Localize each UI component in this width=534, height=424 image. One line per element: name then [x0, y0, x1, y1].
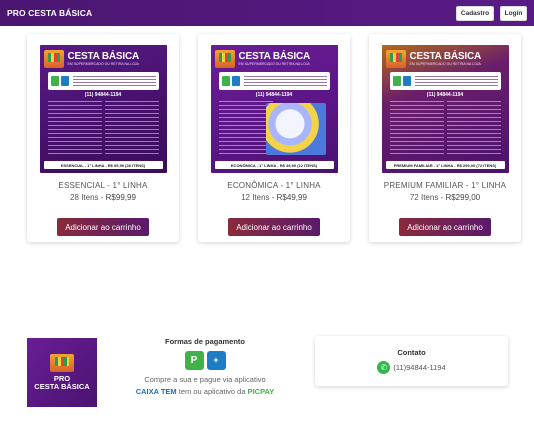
pix-icon: [221, 76, 230, 86]
banner-text: [243, 76, 327, 86]
banner-text: [72, 76, 156, 86]
payments-middle-text: tem ou aplicativo da: [178, 387, 246, 396]
item-list-left: [218, 101, 273, 157]
register-button[interactable]: Cadastro: [456, 5, 494, 21]
item-list-left: [47, 101, 102, 157]
image-title: CESTA BÁSICA: [238, 50, 311, 62]
auth-buttons: Cadastro Login: [456, 5, 527, 21]
product-items: 72 Itens: [409, 193, 439, 202]
pix-icon: [50, 76, 59, 86]
caixa-tem-label: CAIXA TEM: [135, 387, 177, 396]
contact-whatsapp[interactable]: ✆ (11)94844-1194: [315, 361, 508, 374]
image-phone: (11) 94844-1194: [84, 92, 122, 98]
product-image[interactable]: CESTA BÁSICA EM SUPERMERCADO OU RETIRA NA…: [381, 45, 509, 173]
product-price: R$299,00: [445, 193, 481, 202]
product-image[interactable]: CESTA BÁSICA EM SUPERMERCADO OU RETIRA NA…: [39, 45, 167, 173]
product-card: CESTA BÁSICA EM SUPERMERCADO OU RETIRA NA…: [198, 34, 350, 242]
login-button[interactable]: Login: [500, 5, 527, 21]
top-navbar: PRO CESTA BÁSICA Cadastro Login: [0, 0, 534, 26]
payment-banner: [47, 72, 159, 90]
cart-logo-icon: [214, 50, 235, 68]
payments-title: Formas de pagamento: [164, 337, 246, 346]
item-list-right: [104, 101, 159, 157]
item-list-right: [446, 101, 501, 157]
product-items: 12 Itens: [241, 193, 270, 202]
product-price-line: 28 Itens - R$99,99: [70, 193, 136, 202]
payment-banner: [218, 72, 330, 90]
image-footer: ESSENCIAL - 1° LINHA - R$ 99,99 (28 ITEN…: [43, 161, 163, 169]
product-card: CESTA BÁSICA EM SUPERMERCADO OU RETIRA NA…: [27, 34, 179, 242]
image-subtitle: EM SUPERMERCADO OU RETIRA NA LOJA: [409, 61, 481, 66]
item-list-left: [389, 101, 444, 157]
product-price: R$49,99: [276, 193, 307, 202]
caixa-icon: [231, 76, 240, 86]
payments-apps-line: CAIXA TEM tem ou aplicativo da PICPAY: [120, 387, 290, 396]
product-image[interactable]: CESTA BÁSICA EM SUPERMERCADO OU RETIRA NA…: [210, 45, 338, 173]
product-name: ESSENCIAL - 1° LINHA: [58, 181, 148, 190]
product-price-line: 12 Itens - R$49,99: [241, 193, 307, 202]
image-subtitle: EM SUPERMERCADO OU RETIRA NA LOJA: [67, 61, 139, 66]
cart-logo-icon: [385, 50, 406, 68]
product-name: ECONÔMICA - 1° LINHA: [227, 181, 321, 190]
add-to-cart-button[interactable]: Adicionar ao carrinho: [228, 218, 320, 236]
image-subtitle: EM SUPERMERCADO OU RETIRA NA LOJA: [238, 61, 310, 66]
product-photo: [265, 103, 326, 155]
brand-title[interactable]: PRO CESTA BÁSICA: [7, 8, 92, 18]
product-name: PREMIUM FAMILIAR - 1° LINHA: [383, 181, 507, 190]
contact-card: Contato ✆ (11)94844-1194: [315, 336, 508, 386]
caixa-icon: ✦: [206, 351, 226, 370]
image-phone: (11) 94844-1194: [426, 92, 464, 98]
product-items: 28 Itens: [70, 193, 99, 202]
add-to-cart-button[interactable]: Adicionar ao carrinho: [57, 218, 149, 236]
pix-icon: [392, 76, 401, 86]
payment-icons: P ✦: [120, 351, 290, 370]
cart-logo-icon: [50, 354, 74, 373]
whatsapp-icon: ✆: [377, 361, 391, 374]
banner-text: [414, 76, 498, 86]
caixa-icon: [402, 76, 411, 86]
product-price-line: 72 Itens - R$299,00: [409, 193, 481, 202]
picpay-label: PICPAY: [247, 387, 275, 396]
contact-title: Contato: [397, 348, 426, 357]
contact-phone[interactable]: (11)94844-1194: [393, 363, 445, 372]
payment-methods: Formas de pagamento P ✦ Compre a sua e p…: [120, 337, 290, 396]
product-list: CESTA BÁSICA EM SUPERMERCADO OU RETIRA NA…: [27, 34, 521, 242]
logo-text: PRO CESTA BÁSICA: [34, 375, 89, 391]
caixa-icon: [60, 76, 69, 86]
image-phone: (11) 94844-1194: [255, 92, 293, 98]
image-footer: ECONÔMICA - 1° LINHA - R$ 49,99 (12 ITEN…: [214, 161, 334, 169]
footer-logo[interactable]: PRO CESTA BÁSICA: [27, 338, 97, 407]
product-card: CESTA BÁSICA EM SUPERMERCADO OU RETIRA NA…: [369, 34, 521, 242]
add-to-cart-button[interactable]: Adicionar ao carrinho: [399, 218, 491, 236]
product-price: R$99,99: [105, 193, 136, 202]
image-footer: PREMIUM FAMILIAR - 1° LINHA - R$ 299,00 …: [385, 161, 505, 169]
image-title: CESTA BÁSICA: [409, 50, 482, 62]
image-title: CESTA BÁSICA: [67, 50, 140, 62]
pix-icon: P: [184, 351, 204, 370]
logo-text-bottom: CESTA BÁSICA: [34, 382, 90, 391]
cart-logo-icon: [43, 50, 64, 68]
payment-banner: [389, 72, 501, 90]
payments-text: Compre a sua e pague via aplicativo: [144, 375, 266, 384]
